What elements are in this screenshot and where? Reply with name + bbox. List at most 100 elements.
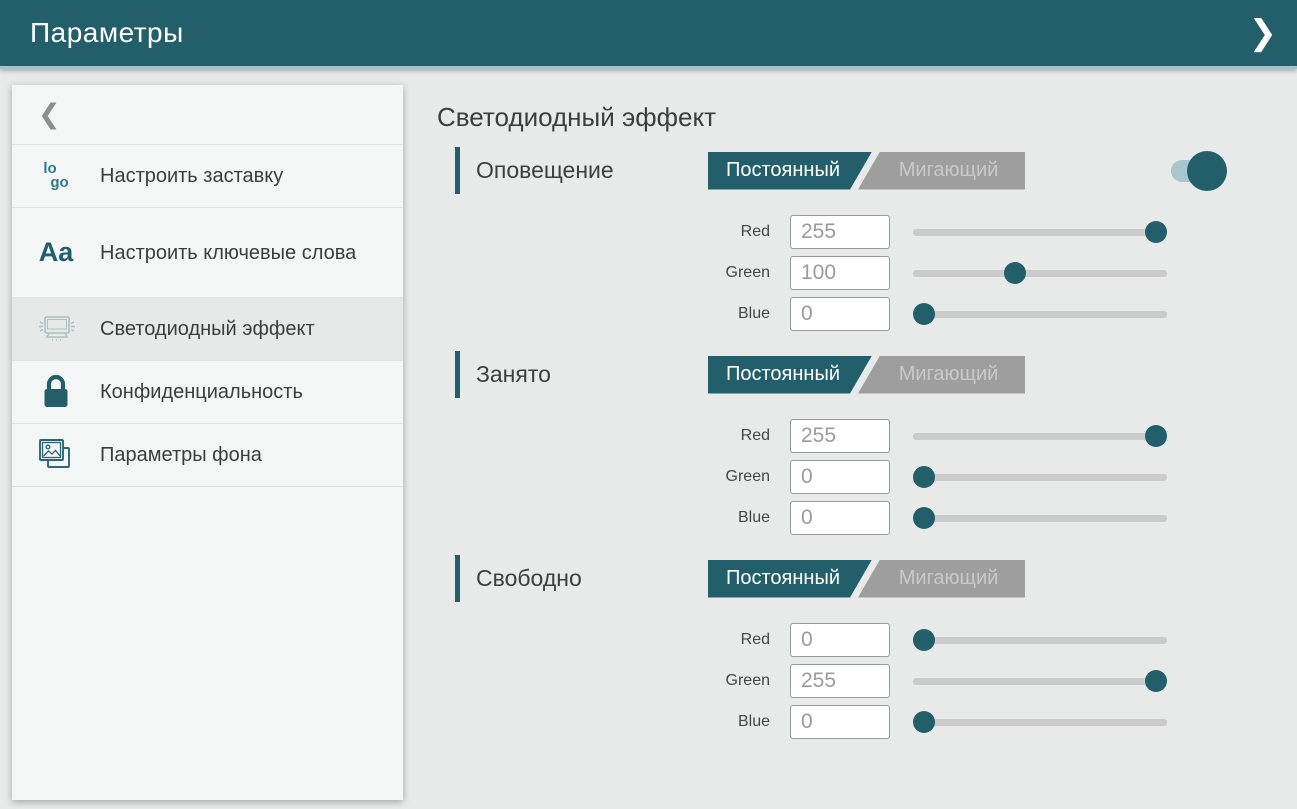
slider-track <box>913 311 1167 318</box>
sidebar-item-background[interactable]: Параметры фона <box>12 424 403 487</box>
blue-slider-thumb[interactable] <box>913 507 935 529</box>
rgb-rows: Red Green Blue <box>437 419 1187 535</box>
keywords-icon: Aa <box>12 237 100 268</box>
enable-toggle[interactable] <box>1171 150 1227 192</box>
blue-value-input[interactable] <box>790 297 890 331</box>
rgb-channel-label: Green <box>437 468 790 486</box>
sidebar-item-privacy[interactable]: Конфиденциальность <box>12 361 403 424</box>
mode-segment-constant[interactable]: Постоянный <box>708 152 872 190</box>
rgb-channel-label: Red <box>437 223 790 241</box>
led-sections: Оповещение Постоянный Мигающий Red Green <box>437 147 1187 739</box>
section-accent-bar <box>455 555 460 602</box>
blue-value-input[interactable] <box>790 705 890 739</box>
led-effect-icon <box>12 310 100 348</box>
mode-segmented-control: Постоянный Мигающий <box>708 152 1025 190</box>
green-slider[interactable] <box>913 262 1167 284</box>
rgb-row-red: Red <box>437 419 1187 453</box>
rgb-row-green: Green <box>437 664 1187 698</box>
blue-slider[interactable] <box>913 303 1167 325</box>
green-slider-thumb[interactable] <box>1004 262 1026 284</box>
red-slider-thumb[interactable] <box>913 629 935 651</box>
rgb-channel-label: Blue <box>437 305 790 323</box>
led-section-1: Оповещение Постоянный Мигающий Red Green <box>437 147 1187 331</box>
red-slider-thumb[interactable] <box>1145 425 1167 447</box>
section-name: Оповещение <box>476 157 614 184</box>
mode-segment-constant[interactable]: Постоянный <box>708 560 872 598</box>
rgb-rows: Red Green Blue <box>437 215 1187 331</box>
slider-track <box>913 637 1167 644</box>
section-header: Свободно Постоянный Мигающий <box>437 555 1187 602</box>
slider-track <box>913 515 1167 522</box>
sidebar-item-label: Настроить ключевые слова <box>100 240 356 266</box>
rgb-channel-label: Blue <box>437 713 790 731</box>
rgb-row-red: Red <box>437 215 1187 249</box>
blue-slider-thumb[interactable] <box>913 303 935 325</box>
green-slider-thumb[interactable] <box>913 466 935 488</box>
green-value-input[interactable] <box>790 256 890 290</box>
slider-track <box>913 229 1167 236</box>
blue-slider[interactable] <box>913 507 1167 529</box>
rgb-row-red: Red <box>437 623 1187 657</box>
sidebar-back-row: ❮ <box>12 85 403 145</box>
chevron-right-icon[interactable]: ❯ <box>1249 16 1278 50</box>
sidebar-item-keywords[interactable]: Aa Настроить ключевые слова <box>12 208 403 298</box>
red-slider[interactable] <box>913 221 1167 243</box>
slider-track <box>913 474 1167 481</box>
slider-track <box>913 678 1167 685</box>
mode-segment-blinking[interactable]: Мигающий <box>858 560 1025 598</box>
section-header: Занято Постоянный Мигающий <box>437 351 1187 398</box>
lock-icon <box>12 372 100 412</box>
slider-track <box>913 270 1167 277</box>
rgb-row-green: Green <box>437 460 1187 494</box>
blue-slider[interactable] <box>913 711 1167 733</box>
sidebar-item-splash-screen[interactable]: lo go Настроить заставку <box>12 145 403 208</box>
page-title: Параметры <box>30 17 184 49</box>
green-slider[interactable] <box>913 466 1167 488</box>
rgb-channel-label: Green <box>437 264 790 282</box>
section-title-group: Занято <box>437 351 708 398</box>
rgb-channel-label: Red <box>437 427 790 445</box>
sidebar-item-led-effect[interactable]: Светодиодный эффект <box>12 298 403 361</box>
chevron-left-icon[interactable]: ❮ <box>38 99 61 130</box>
blue-slider-thumb[interactable] <box>913 711 935 733</box>
green-slider[interactable] <box>913 670 1167 692</box>
red-slider[interactable] <box>913 425 1167 447</box>
app-header: Параметры ❯ <box>0 0 1297 69</box>
section-accent-bar <box>455 147 460 194</box>
green-value-input[interactable] <box>790 664 890 698</box>
red-slider-thumb[interactable] <box>1145 221 1167 243</box>
red-value-input[interactable] <box>790 215 890 249</box>
sidebar-item-label: Конфиденциальность <box>100 379 303 405</box>
mode-segment-blinking[interactable]: Мигающий <box>858 356 1025 394</box>
section-name: Свободно <box>476 565 582 592</box>
mode-segment-blinking[interactable]: Мигающий <box>858 152 1025 190</box>
sidebar-item-label: Светодиодный эффект <box>100 316 315 342</box>
rgb-row-blue: Blue <box>437 501 1187 535</box>
mode-segmented-control: Постоянный Мигающий <box>708 560 1025 598</box>
rgb-row-blue: Blue <box>437 705 1187 739</box>
slider-track <box>913 719 1167 726</box>
toggle-knob <box>1187 151 1227 191</box>
slider-track <box>913 433 1167 440</box>
led-section-2: Занято Постоянный Мигающий Red Green <box>437 351 1187 535</box>
led-section-3: Свободно Постоянный Мигающий Red Green <box>437 555 1187 739</box>
mode-segment-constant[interactable]: Постоянный <box>708 356 872 394</box>
sidebar-item-label: Параметры фона <box>100 442 262 468</box>
rgb-channel-label: Green <box>437 672 790 690</box>
green-value-input[interactable] <box>790 460 890 494</box>
section-title-group: Оповещение <box>437 147 708 194</box>
rgb-channel-label: Red <box>437 631 790 649</box>
red-value-input[interactable] <box>790 419 890 453</box>
main-title: Светодиодный эффект <box>437 102 1187 133</box>
main-panel: Светодиодный эффект Оповещение Постоянны… <box>403 69 1297 806</box>
sidebar-item-label: Настроить заставку <box>100 163 283 189</box>
red-slider[interactable] <box>913 629 1167 651</box>
blue-value-input[interactable] <box>790 501 890 535</box>
rgb-rows: Red Green Blue <box>437 623 1187 739</box>
mode-segmented-control: Постоянный Мигающий <box>708 356 1025 394</box>
red-value-input[interactable] <box>790 623 890 657</box>
logo-icon: lo go <box>12 162 100 190</box>
section-accent-bar <box>455 351 460 398</box>
green-slider-thumb[interactable] <box>1145 670 1167 692</box>
rgb-channel-label: Blue <box>437 509 790 527</box>
